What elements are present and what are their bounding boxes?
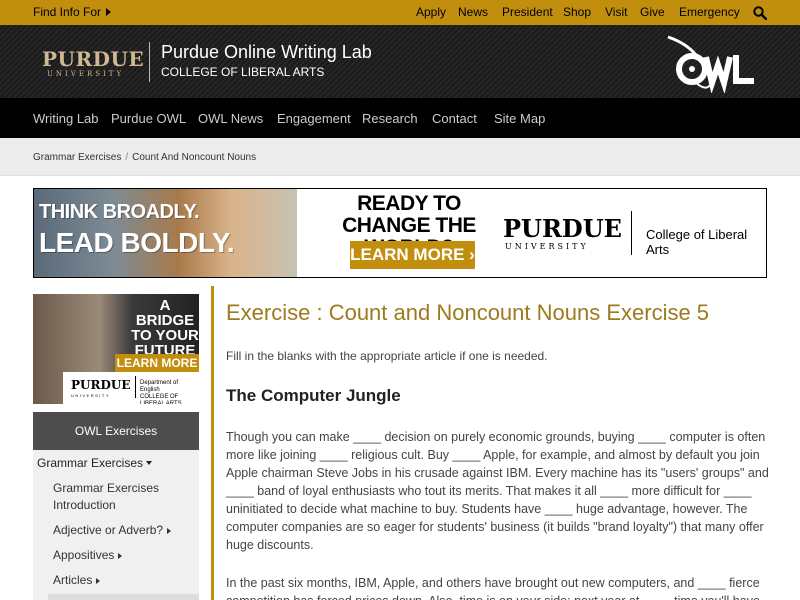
link-apply[interactable]: Apply (416, 5, 446, 19)
exercise-instructions: Fill in the blanks with the appropriate … (226, 349, 548, 363)
exercise-paragraph-2: In the past six months, IBM, Apple, and … (226, 576, 760, 600)
sidebar-group-grammar-exercises[interactable]: Grammar Exercises (37, 456, 153, 470)
banner-photo: THINK BROADLY. LEAD BOLDLY. (34, 189, 297, 277)
banner-learn-more-button[interactable]: LEARN MORE › (350, 241, 475, 269)
sidebar-item-appositives[interactable]: Appositives (53, 547, 123, 564)
sidebar-ad-purdue-subtext: UNIVERSITY (71, 393, 111, 398)
banner-purdue-subtext: UNIVERSITY (505, 242, 589, 251)
owl-logo-icon[interactable] (666, 33, 766, 93)
nav-research[interactable]: Research (362, 111, 418, 126)
purdue-logo[interactable]: PURDUE (42, 47, 144, 71)
breadcrumb-separator: / (125, 152, 129, 163)
breadcrumb: Grammar Exercises / Count And Noncount Nou… (0, 138, 800, 176)
site-header: PURDUE UNIVERSITY Purdue Online Writing … (0, 25, 800, 98)
sidebar-ad[interactable]: A BRIDGE TO YOUR FUTURE LEARN MORE › PUR… (33, 294, 199, 404)
utility-links: Apply News President Shop Visit Give Eme… (0, 5, 800, 21)
page-title: Exercise : Count and Noncount Nouns Exer… (226, 300, 710, 325)
nav-owl-news[interactable]: OWL News (198, 111, 263, 126)
sidebar-ad-learn-more[interactable]: LEARN MORE › (115, 354, 199, 388)
caret-down-icon (146, 461, 153, 465)
caret-right-icon (118, 552, 123, 559)
breadcrumb-current: Count And Noncount Nouns (132, 152, 257, 163)
sidebar-menu: Grammar Exercises Grammar Exercises Intr… (33, 450, 199, 600)
sidebar-item-introduction[interactable]: Grammar Exercises Introduction (53, 480, 173, 514)
sidebar-ad-purdue-logo: PURDUE (71, 378, 131, 392)
purdue-logo-subtext: UNIVERSITY (47, 70, 125, 78)
content-accent-line (211, 286, 214, 600)
site-title[interactable]: Purdue Online Writing Lab (161, 42, 372, 63)
link-emergency[interactable]: Emergency (679, 5, 740, 19)
header-divider (149, 42, 150, 82)
top-utility-bar: Find Info For Apply News President Shop … (0, 0, 800, 25)
exercise-subtitle: The Computer Jungle (226, 386, 401, 405)
search-icon[interactable] (753, 6, 767, 20)
banner-ad[interactable]: THINK BROADLY. LEAD BOLDLY. READY TO CHA… (33, 188, 767, 278)
banner-divider (631, 211, 632, 255)
link-president[interactable]: President (502, 5, 553, 19)
banner-purdue-logo: PURDUE (503, 214, 622, 243)
sidebar-menu-title[interactable]: OWL Exercises (33, 412, 199, 450)
sidebar-item-adjective-adverb[interactable]: Adjective or Adverb? (53, 522, 172, 539)
sidebar-item-articles[interactable]: Articles (53, 572, 101, 589)
banner-college: College of Liberal Arts (646, 227, 748, 257)
banner-line2: LEAD BOLDLY. (39, 227, 235, 258)
site-subtitle: COLLEGE OF LIBERAL ARTS (161, 65, 325, 79)
link-give[interactable]: Give (640, 5, 665, 19)
nav-purdue-owl[interactable]: Purdue OWL (111, 111, 186, 126)
link-shop[interactable]: Shop (563, 5, 591, 19)
exercise-paragraph-1: Though you can make ____ decision on pur… (226, 430, 769, 552)
banner-line1: THINK BROADLY. (39, 201, 200, 223)
nav-contact[interactable]: Contact (432, 111, 477, 126)
caret-right-icon (96, 577, 101, 584)
main-navigation: Writing Lab Purdue OWL OWL News Engageme… (0, 98, 800, 138)
caret-right-icon (167, 527, 172, 534)
nav-writing-lab[interactable]: Writing Lab (33, 111, 99, 126)
nav-site-map[interactable]: Site Map (494, 111, 545, 126)
link-visit[interactable]: Visit (605, 5, 627, 19)
nav-engagement[interactable]: Engagement (277, 111, 351, 126)
breadcrumb-grammar-exercises[interactable]: Grammar Exercises (33, 152, 121, 163)
sidebar-ad-headline: A BRIDGE TO YOUR FUTURE (131, 297, 199, 359)
link-news[interactable]: News (458, 5, 488, 19)
sidebar-ad-dept: Department of English COLLEGE OF LIBERAL… (140, 380, 182, 404)
